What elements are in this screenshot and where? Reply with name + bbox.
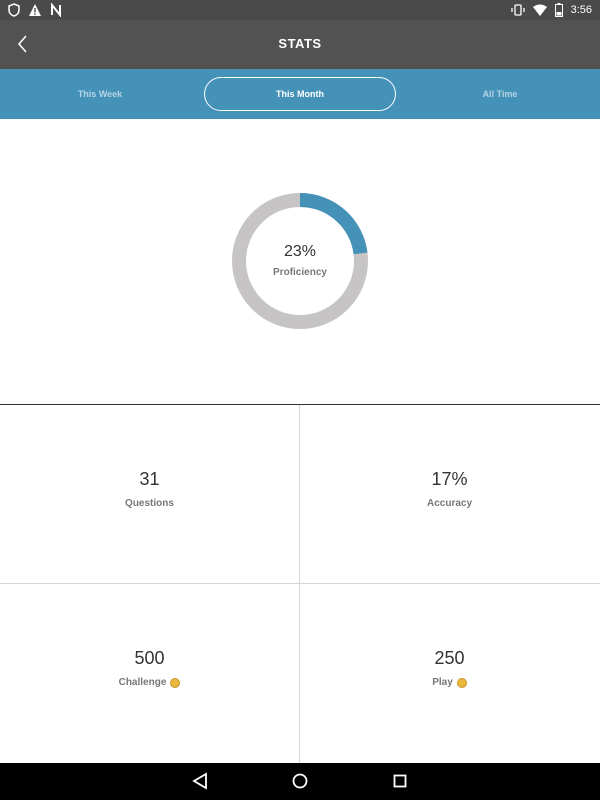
status-time: 3:56 — [570, 4, 592, 16]
status-bar: 3:56 — [0, 0, 600, 20]
vibrate-icon — [510, 3, 525, 17]
stat-value: 31 — [139, 469, 160, 489]
nav-home-icon[interactable] — [288, 771, 312, 791]
divider — [0, 583, 600, 584]
shield-icon — [8, 3, 20, 17]
divider — [299, 405, 300, 763]
coin-icon — [170, 677, 181, 688]
stat-questions: 31 Questions — [0, 469, 299, 509]
stat-accuracy: 17% Accuracy — [300, 469, 599, 509]
proficiency-value: 23% — [283, 243, 317, 260]
stat-value: 250 — [434, 648, 465, 668]
battery-icon — [554, 3, 563, 17]
stat-label: Challenge — [0, 677, 299, 688]
app-bar: STATS — [0, 20, 600, 69]
stat-label: Accuracy — [426, 498, 473, 509]
notification-n-icon — [50, 3, 62, 17]
nav-recents-icon[interactable] — [388, 771, 412, 791]
proficiency-label: Proficiency — [273, 267, 327, 278]
divider — [0, 404, 600, 405]
page-title: STATS — [278, 36, 322, 51]
tab-this-week[interactable]: This Week — [0, 77, 200, 111]
nav-back-icon[interactable] — [188, 771, 212, 791]
period-tabs: This Week This Month All Time — [0, 69, 600, 119]
warning-icon — [28, 3, 42, 17]
stat-play: 250 Play — [300, 648, 599, 688]
proficiency-section: 23% Proficiency — [0, 119, 600, 404]
stat-challenge: 500 Challenge — [0, 648, 299, 688]
tab-all-time[interactable]: All Time — [400, 77, 600, 111]
stat-label: Play — [300, 677, 599, 688]
system-nav-bar — [0, 763, 600, 800]
wifi-icon — [532, 4, 547, 16]
tab-this-month[interactable]: This Month — [204, 77, 396, 111]
coin-icon — [456, 677, 467, 688]
stat-value: 17% — [431, 469, 468, 489]
stat-label: Questions — [125, 498, 174, 509]
proficiency-ring — [232, 193, 368, 329]
stat-value: 500 — [134, 648, 165, 668]
